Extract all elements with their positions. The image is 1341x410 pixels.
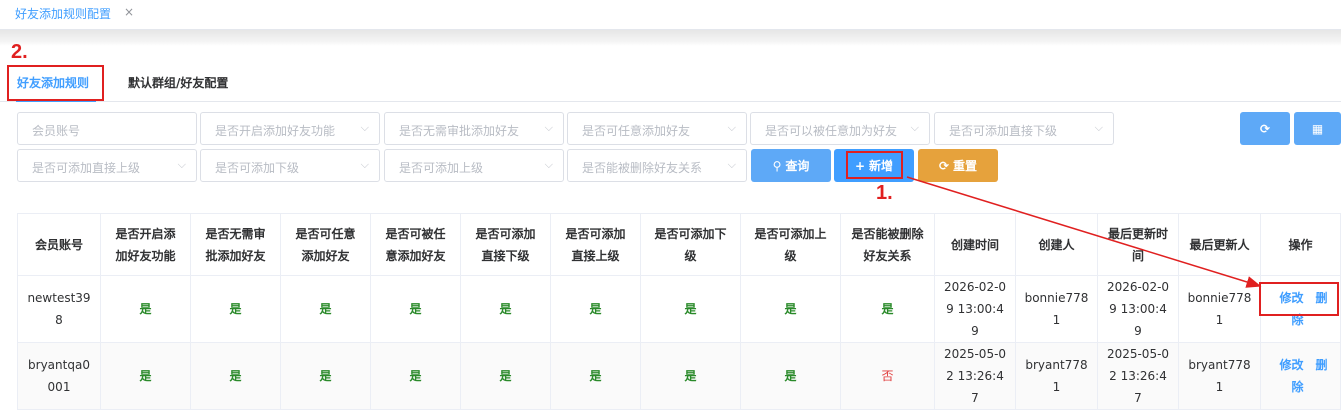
annotation-arrow — [906, 176, 1262, 288]
